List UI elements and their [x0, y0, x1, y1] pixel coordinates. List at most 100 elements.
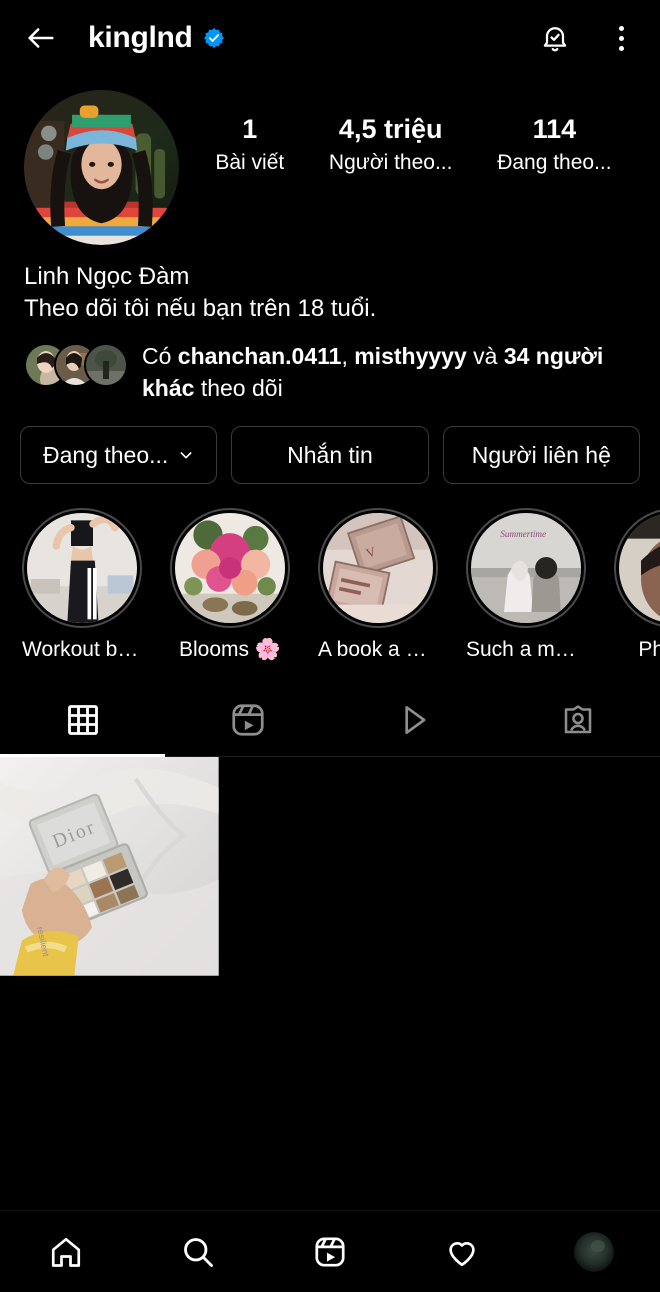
tab-igtv[interactable]	[330, 684, 495, 756]
mutual-prefix: Có	[142, 342, 178, 369]
profile-picture[interactable]	[24, 90, 179, 245]
heart-icon	[449, 1241, 475, 1266]
mutual-separator: ,	[341, 342, 355, 369]
back-arrow-icon	[28, 28, 54, 48]
highlight-thumbnail: Summertime	[471, 513, 581, 624]
tab-reels[interactable]	[165, 684, 330, 756]
highlight-mood[interactable]: Summertime Such a mood	[466, 508, 586, 662]
avatar	[84, 342, 128, 387]
post-empty-2	[441, 757, 660, 976]
post-thumbnail-image: Dior resilient	[0, 757, 219, 976]
play-icon	[404, 706, 425, 735]
flowers-photo	[175, 513, 285, 624]
highlight-ring: V	[318, 508, 438, 629]
mutual-name-1[interactable]: chanchan.0411	[178, 343, 342, 369]
highlight-ring	[614, 508, 660, 629]
contact-button[interactable]: Người liên hệ	[442, 426, 640, 485]
search-icon	[184, 1237, 213, 1267]
verified-badge-icon	[203, 27, 224, 49]
highlight-label: Such a mood	[466, 638, 586, 662]
chevron-down-icon	[180, 452, 192, 459]
mutual-avatars	[24, 340, 128, 387]
tagged-person-icon	[564, 705, 591, 734]
post-dior-palette[interactable]: Dior resilient	[0, 757, 219, 976]
profile-stats: 1 Bài viết 4,5 triệu Người theo... 114 Đ…	[179, 90, 636, 175]
highlight-ring	[170, 508, 290, 629]
stat-following-label: Đang theo...	[497, 151, 612, 175]
story-highlights: Workout bae ...	[0, 484, 660, 662]
profile-avatar-image	[574, 1231, 614, 1272]
profile-username: kinglnd	[88, 21, 193, 54]
posts-grid: Dior resilient	[0, 757, 660, 976]
highlight-ring	[22, 508, 142, 629]
nav-profile[interactable]	[559, 1222, 629, 1282]
more-options-button[interactable]	[606, 21, 636, 55]
highlight-label: Workout bae ...	[22, 638, 142, 662]
profile-bio: Linh Ngọc Đàm Theo dõi tôi nếu bạn trên …	[0, 245, 660, 326]
notification-bell-icon	[543, 27, 567, 52]
grid-icon	[67, 705, 98, 736]
highlight-thumbnail	[619, 513, 660, 624]
stat-followers[interactable]: 4,5 triệu Người theo...	[329, 114, 453, 175]
bottom-navigation	[0, 1210, 660, 1292]
profile-tabs	[0, 684, 660, 758]
instagram-profile-screen: kinglnd 1 Bài viết 4,5 triệu Người theo.…	[0, 0, 660, 1292]
nav-search[interactable]	[163, 1222, 233, 1282]
reels-icon	[315, 1236, 345, 1267]
books-photo: V	[323, 513, 433, 624]
display-name: Linh Ngọc Đàm	[24, 263, 190, 290]
mutual-middle: và	[466, 342, 504, 369]
message-button[interactable]: Nhắn tin	[231, 426, 429, 485]
bio-text: Theo dõi tôi nếu bạn trên 18 tuổi.	[24, 295, 377, 323]
back-button[interactable]	[18, 15, 64, 61]
stat-posts-value: 1	[242, 114, 258, 144]
mutual-name-2[interactable]: misthyyyy	[354, 343, 467, 369]
profile-picture-image	[24, 90, 179, 245]
stat-posts[interactable]: 1 Bài viết	[215, 114, 284, 175]
tab-tagged[interactable]	[495, 684, 660, 756]
stat-followers-label: Người theo...	[328, 151, 453, 175]
highlight-workout[interactable]: Workout bae ...	[22, 508, 142, 662]
highlight-label: A book a day	[318, 638, 438, 662]
beach-photo: Summertime	[471, 513, 581, 624]
svg-text:Summertime: Summertime	[500, 529, 546, 539]
stat-following-value: 114	[532, 114, 577, 144]
mutual-followers-text: Có chanchan.0411, misthyyyy và 34 người …	[142, 340, 636, 404]
highlight-phuquoc[interactable]: Phú Qu	[614, 508, 660, 662]
highlight-thumbnail	[27, 513, 137, 624]
mutual-suffix: theo dõi	[194, 374, 283, 401]
stat-posts-label: Bài viết	[215, 151, 285, 175]
mutual-followers[interactable]: Có chanchan.0411, misthyyyy và 34 người …	[0, 326, 660, 404]
post-empty-1	[220, 757, 440, 976]
highlight-label: Phú Qu	[638, 638, 660, 662]
following-button[interactable]: Đang theo...	[20, 426, 218, 485]
following-button-label: Đang theo...	[43, 441, 169, 468]
highlight-label: Blooms 🌸	[178, 638, 281, 662]
nav-home[interactable]	[31, 1222, 101, 1282]
notification-bell-button[interactable]	[538, 21, 572, 55]
highlight-thumbnail: V	[323, 513, 433, 624]
home-icon	[51, 1237, 81, 1267]
highlight-book[interactable]: V A book a day	[318, 508, 438, 662]
highlight-thumbnail	[175, 513, 285, 624]
tab-grid[interactable]	[0, 684, 165, 758]
header-icons	[538, 21, 642, 55]
username-container[interactable]: kinglnd	[88, 21, 538, 55]
profile-avatar-icon	[574, 1231, 614, 1272]
highlight-ring: Summertime	[466, 508, 586, 629]
more-options-icon	[618, 25, 624, 31]
portrait-photo	[619, 513, 660, 624]
reels-icon	[231, 704, 264, 736]
message-button-label: Nhắn tin	[287, 441, 373, 468]
profile-actions: Đang theo... Nhắn tin Người liên hệ	[0, 404, 660, 485]
app-header: kinglnd	[0, 0, 660, 76]
highlight-blooms[interactable]: Blooms 🌸	[170, 508, 290, 662]
nav-reels[interactable]	[295, 1222, 365, 1282]
stat-following[interactable]: 114 Đang theo...	[497, 114, 611, 175]
mutual-avatar-3-image	[86, 344, 126, 385]
nav-activity[interactable]	[427, 1222, 497, 1282]
profile-summary-row: 1 Bài viết 4,5 triệu Người theo... 114 Đ…	[0, 76, 660, 245]
contact-button-label: Người liên hệ	[471, 441, 611, 468]
workout-photo	[27, 513, 137, 624]
stat-followers-value: 4,5 triệu	[338, 114, 443, 144]
